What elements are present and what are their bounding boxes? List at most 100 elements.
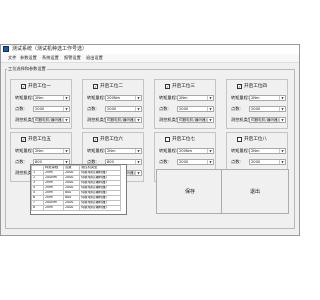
station-2-check-mark[interactable]: ✓	[93, 84, 98, 89]
station-7-range-label: 转矩量程:	[159, 148, 178, 153]
chevron-down-icon[interactable]: ▼	[207, 96, 213, 100]
title-bar: 测试系统（测试机种选工作号选）	[1, 45, 299, 54]
station-7-points-value: 2000	[179, 160, 189, 164]
station-4-points-value: 2000	[251, 107, 261, 111]
app-icon	[3, 46, 9, 52]
chevron-down-icon[interactable]: ▼	[207, 149, 213, 153]
station-1-points-select[interactable]: 2000 ▼	[33, 106, 70, 112]
station-5-label: 开启工位五	[28, 137, 51, 142]
station-8-range-label: 转矩量程:	[231, 148, 250, 153]
station-1-range-select[interactable]: 2Nm ▼	[33, 95, 70, 101]
chevron-down-icon[interactable]: ▼	[279, 96, 285, 100]
station-1-check-mark[interactable]: ✓	[21, 84, 26, 89]
station-8-points-value: 2000	[251, 160, 261, 164]
chevron-down-icon[interactable]: ▼	[135, 107, 141, 111]
chevron-down-icon[interactable]: ▼	[135, 160, 141, 164]
station-4-range-label: 转矩量程:	[231, 95, 250, 100]
station-1-motor-value: 伺服电机(编码器)	[35, 118, 63, 122]
station-4-check-mark[interactable]: ✓	[237, 84, 242, 89]
station-5-range-select[interactable]: 2Nm ▼	[33, 148, 70, 154]
station-2-label: 开启工位二	[100, 84, 123, 89]
station-4-motor-select[interactable]: 伺服电机(编码器) ▼	[249, 117, 286, 123]
chevron-down-icon[interactable]: ▼	[135, 118, 141, 122]
chevron-down-icon[interactable]: ▼	[207, 160, 213, 164]
menu-param-settings[interactable]: 参数设置	[20, 54, 37, 62]
chevron-down-icon[interactable]: ▼	[279, 107, 285, 111]
station-7-range-value: 200Nm	[179, 149, 193, 153]
station-2-motor-value: 伺服电机(编码器)	[107, 118, 135, 122]
chevron-down-icon[interactable]: ▼	[63, 118, 69, 122]
station-5-range-value: 2Nm	[35, 149, 44, 153]
station-3-motor-select[interactable]: 伺服电机(编码器) ▼	[177, 117, 214, 123]
station-3-label: 开启工位三	[172, 84, 195, 89]
chevron-down-icon[interactable]: ▼	[279, 160, 285, 164]
station-parameter-grid[interactable]: 转矩量程 点数 测控机类型 1 2Nm 2000 伺服电机(编码器) 2 200…	[30, 164, 127, 215]
station-3-points-label: 点数:	[159, 106, 169, 111]
chevron-down-icon[interactable]: ▼	[207, 107, 213, 111]
chevron-down-icon[interactable]: ▼	[135, 96, 141, 100]
station-8-range-value: 2Nm	[251, 149, 260, 153]
menu-file[interactable]: 文件	[8, 54, 16, 62]
station-7-check-mark[interactable]	[165, 137, 170, 142]
station-3-motor-value: 伺服电机(编码器)	[179, 118, 207, 122]
station-3-points-select[interactable]: 2000 ▼	[177, 106, 214, 112]
station-5-check-mark[interactable]: ✓	[21, 137, 26, 142]
station-8-points-select[interactable]: 2000 ▼	[249, 159, 286, 165]
station-4-range-value: 2Nm	[251, 96, 260, 100]
station-6-check-mark[interactable]: ✓	[93, 137, 98, 142]
chevron-down-icon[interactable]: ▼	[279, 149, 285, 153]
station-6-range-value: 2Nm	[107, 149, 116, 153]
station-6-range-select[interactable]: 2Nm ▼	[105, 148, 142, 154]
main-window: 测试系统（测试机种选工作号选） 文件 参数设置 系统设置 报警设置 退出设置 工…	[0, 44, 300, 236]
station-4-range-select[interactable]: 2Nm ▼	[249, 95, 286, 101]
grid-cell: 2Nm	[43, 205, 64, 211]
station-1-points-label: 点数:	[15, 106, 25, 111]
station-1-range-label: 转矩量程:	[15, 95, 34, 100]
station-4-motor-value: 伺服电机(编码器)	[251, 118, 279, 122]
station-3-range-value: 2Nm	[179, 96, 188, 100]
chevron-down-icon[interactable]: ▼	[135, 149, 141, 153]
station-3-range-select[interactable]: 2Nm ▼	[177, 95, 214, 101]
station-settings-group-title: 工位选择和参数设置	[7, 66, 47, 72]
station-7-label: 开启工位七	[172, 137, 195, 142]
station-2-range-select[interactable]: 200Nm ▼	[105, 95, 142, 101]
station-3-points-value: 2000	[179, 107, 189, 111]
menu-system-settings[interactable]: 系统设置	[42, 54, 59, 62]
station-1-range-value: 2Nm	[35, 96, 44, 100]
menu-bar: 文件 参数设置 系统设置 报警设置 退出设置	[1, 54, 299, 63]
station-5-range-label: 转矩量程:	[15, 148, 34, 153]
station-1-points-value: 2000	[35, 107, 45, 111]
station-2-points-label: 点数:	[87, 106, 97, 111]
station-8-label: 开启工位八	[244, 137, 267, 142]
station-4-points-select[interactable]: 2000 ▼	[249, 106, 286, 112]
station-2-points-value: 2000	[107, 107, 117, 111]
chevron-down-icon[interactable]: ▼	[135, 171, 141, 175]
station-3-check-mark[interactable]: ✓	[165, 84, 170, 89]
station-2-group: ✓ 开启工位二 转矩量程: 200Nm ▼ 点数: 2000 ▼ 测控机类型: …	[82, 79, 144, 129]
station-2-points-select[interactable]: 2000 ▼	[105, 106, 142, 112]
chevron-down-icon[interactable]: ▼	[63, 96, 69, 100]
menu-alarm-settings[interactable]: 报警设置	[64, 54, 81, 62]
station-4-group: ✓ 开启工位四 转矩量程: 2Nm ▼ 点数: 2000 ▼ 测控机类型: 伺服…	[226, 79, 288, 129]
chevron-down-icon[interactable]: ▼	[63, 149, 69, 153]
station-8-range-select[interactable]: 2Nm ▼	[249, 148, 286, 154]
chevron-down-icon[interactable]: ▼	[63, 107, 69, 111]
save-button[interactable]: 保存	[156, 169, 224, 214]
station-1-label: 开启工位一	[28, 84, 51, 89]
table-row[interactable]: 8 2Nm 2000 伺服电机(编码器)	[31, 205, 121, 211]
chevron-down-icon[interactable]: ▼	[279, 118, 285, 122]
window-title: 测试系统（测试机种选工作号选）	[12, 46, 88, 52]
station-4-points-label: 点数:	[231, 106, 241, 111]
station-7-points-select[interactable]: 2000 ▼	[177, 159, 214, 165]
exit-button[interactable]: 退出	[221, 169, 289, 214]
station-7-range-select[interactable]: 200Nm ▼	[177, 148, 214, 154]
station-8-check-mark[interactable]	[237, 137, 242, 142]
station-2-motor-select[interactable]: 伺服电机(编码器) ▼	[105, 117, 142, 123]
station-1-motor-select[interactable]: 伺服电机(编码器) ▼	[33, 117, 70, 123]
station-2-range-value: 200Nm	[107, 96, 121, 100]
grid-cell: 伺服电机(编码器)	[79, 205, 121, 211]
menu-exit-settings[interactable]: 退出设置	[86, 54, 103, 62]
station-6-label: 开启工位六	[100, 137, 123, 142]
chevron-down-icon[interactable]: ▼	[207, 118, 213, 122]
grid-cell: 8	[31, 205, 44, 211]
